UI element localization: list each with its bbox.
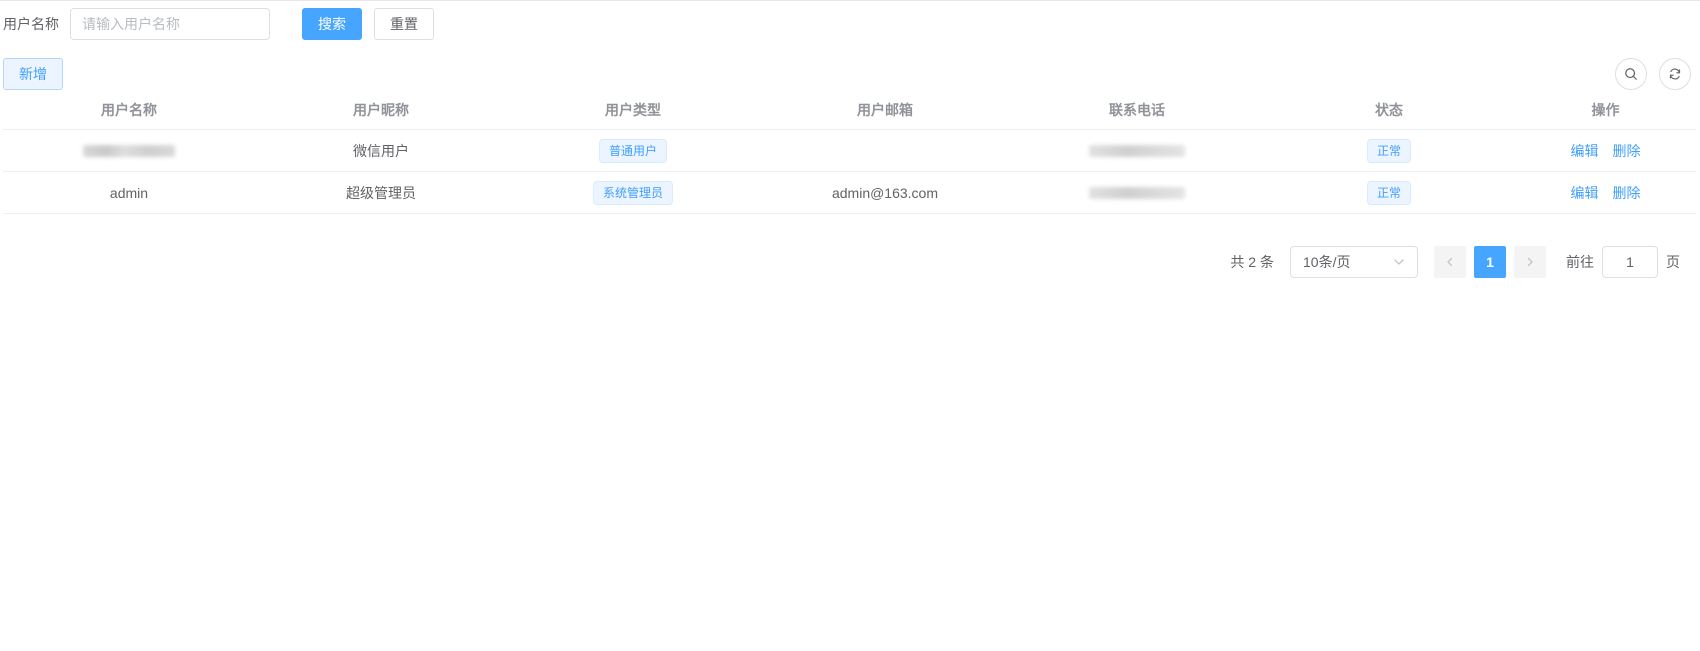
header-nickname: 用户昵称	[353, 102, 409, 118]
edit-link[interactable]: 编辑	[1571, 141, 1599, 161]
delete-link[interactable]: 删除	[1613, 141, 1641, 161]
page-unit-label: 页	[1666, 254, 1680, 270]
table-row: 微信用户 普通用户 正常 编辑 删除	[3, 130, 1696, 172]
user-type-tag: 普通用户	[598, 138, 667, 163]
table-row: admin 超级管理员 系统管理员 admin@163.com 正常 编辑 删除	[3, 172, 1696, 214]
top-divider	[0, 0, 1700, 1]
cell-status: 正常	[1263, 138, 1515, 163]
redacted-username	[83, 144, 175, 157]
goto-label: 前往	[1566, 254, 1594, 270]
table-header: 用户名称 用户昵称 用户类型 用户邮箱 联系电话 状态 操作	[3, 91, 1696, 130]
header-user-type: 用户类型	[605, 102, 661, 118]
header-actions: 操作	[1591, 102, 1620, 118]
pagination: 共 2 条 10条/页 1 前往 1 页	[1230, 246, 1680, 278]
page-number-current[interactable]: 1	[1474, 246, 1506, 278]
username-label: 用户名称	[3, 16, 59, 32]
cell-user-type: 系统管理员	[507, 180, 759, 205]
chevron-left-icon	[1447, 257, 1453, 267]
toggle-search-button[interactable]	[1615, 58, 1647, 90]
delete-link[interactable]: 删除	[1613, 183, 1641, 203]
cell-user-type: 普通用户	[507, 138, 759, 163]
goto-page-input[interactable]: 1	[1602, 246, 1658, 278]
header-phone: 联系电话	[1109, 102, 1165, 118]
prev-page-button[interactable]	[1434, 246, 1466, 278]
cell-actions: 编辑 删除	[1515, 141, 1696, 161]
username-search-input[interactable]	[70, 8, 270, 40]
total-count: 共 2 条	[1230, 254, 1274, 270]
search-icon	[1625, 68, 1637, 80]
refresh-icon	[1669, 68, 1681, 80]
user-type-tag: 系统管理员	[592, 180, 673, 205]
header-status: 状态	[1375, 102, 1403, 118]
cell-nickname: 微信用户	[353, 142, 409, 159]
reset-button[interactable]: 重置	[374, 8, 434, 40]
header-email: 用户邮箱	[857, 102, 913, 118]
chevron-right-icon	[1527, 257, 1533, 267]
page-size-select[interactable]: 10条/页	[1290, 246, 1418, 278]
cell-username	[3, 144, 255, 157]
cell-username: admin	[109, 184, 149, 201]
cell-actions: 编辑 删除	[1515, 183, 1696, 203]
user-table: 用户名称 用户昵称 用户类型 用户邮箱 联系电话 状态 操作 微信用户 普通用户…	[3, 91, 1696, 214]
add-button[interactable]: 新增	[3, 58, 63, 90]
cell-status: 正常	[1263, 180, 1515, 205]
refresh-button[interactable]	[1659, 58, 1691, 90]
status-tag: 正常	[1366, 180, 1411, 205]
search-button[interactable]: 搜索	[302, 8, 362, 40]
redacted-phone	[1089, 186, 1185, 199]
redacted-phone	[1089, 144, 1185, 157]
cell-nickname: 超级管理员	[346, 184, 416, 201]
cell-phone	[1011, 144, 1263, 157]
status-tag: 正常	[1366, 138, 1411, 163]
chevron-down-icon	[1394, 259, 1404, 265]
header-username: 用户名称	[101, 102, 157, 118]
edit-link[interactable]: 编辑	[1571, 183, 1599, 203]
cell-email: admin@163.com	[831, 184, 939, 201]
search-form: 用户名称 搜索 重置	[3, 8, 434, 40]
cell-phone	[1011, 186, 1263, 199]
page-size-value: 10条/页	[1303, 254, 1351, 270]
next-page-button[interactable]	[1514, 246, 1546, 278]
